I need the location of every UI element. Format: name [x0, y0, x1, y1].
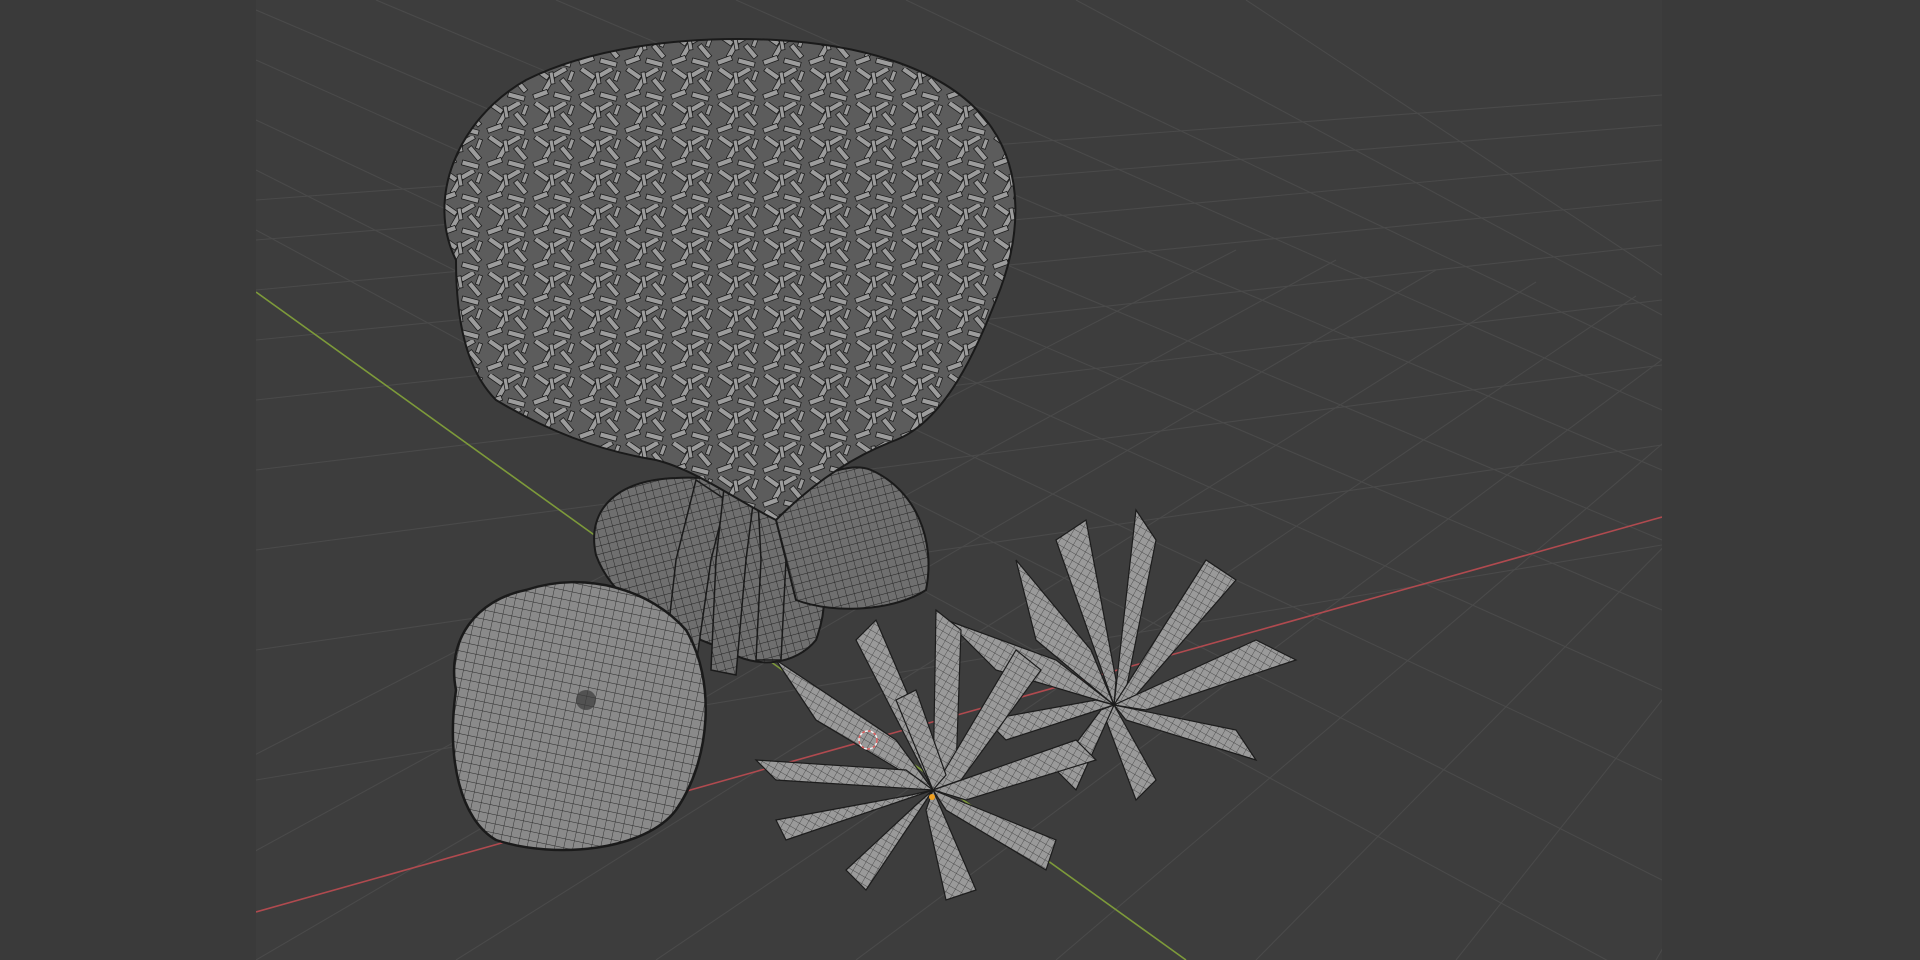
plant-front-mesh	[754, 608, 1098, 901]
plant-back-mesh	[945, 508, 1298, 802]
rock-large-mesh	[451, 580, 707, 852]
3d-viewport[interactable]	[256, 0, 1662, 960]
application-frame	[0, 0, 1920, 960]
viewport-canvas[interactable]	[256, 0, 1662, 960]
object-origin-dot	[929, 794, 935, 800]
tree-canopy-mesh	[443, 38, 1017, 522]
